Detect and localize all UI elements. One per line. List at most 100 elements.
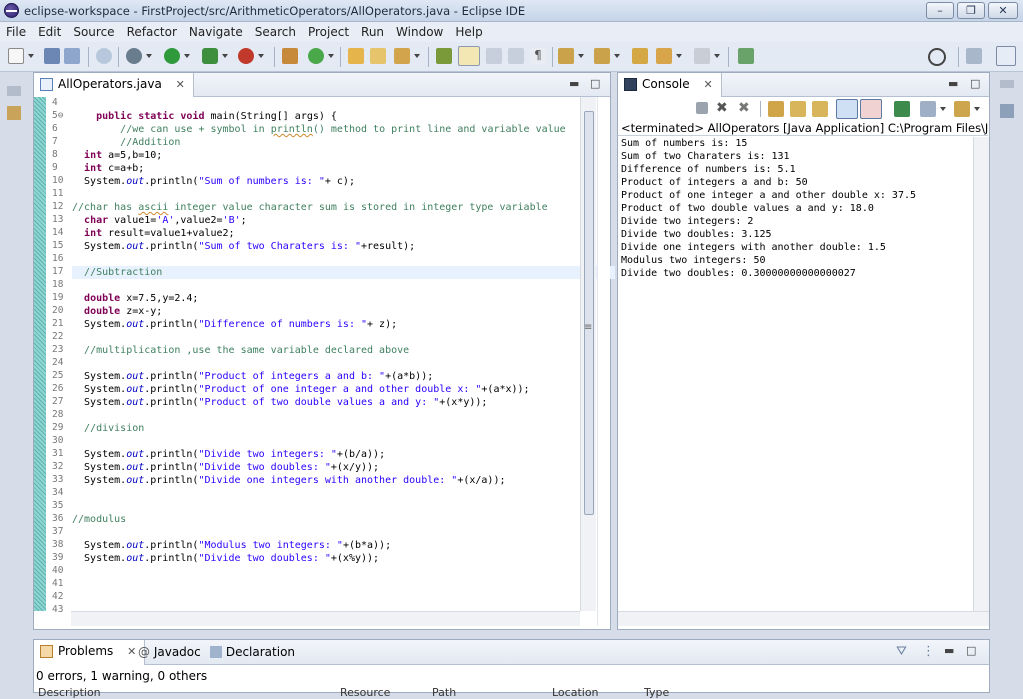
block-selection-icon[interactable] bbox=[486, 48, 502, 64]
new-class-icon[interactable] bbox=[308, 48, 324, 64]
code-editor[interactable]: public static void main(String[] args) {… bbox=[72, 97, 615, 611]
clear-console-icon[interactable] bbox=[768, 101, 784, 117]
open-type-icon[interactable] bbox=[348, 48, 364, 64]
tab-label: Problems bbox=[58, 644, 114, 658]
show-whitespace-icon[interactable]: ¶ bbox=[530, 48, 546, 64]
console-line: Sum of two Charaters is: 131 bbox=[621, 151, 790, 162]
menu-file[interactable]: File bbox=[0, 22, 32, 42]
word-wrap-icon[interactable] bbox=[508, 48, 524, 64]
menu-search[interactable]: Search bbox=[249, 22, 302, 42]
console-vertical-scrollbar[interactable] bbox=[973, 137, 989, 611]
package-explorer-icon[interactable] bbox=[7, 106, 21, 120]
maximize-view-icon[interactable]: □ bbox=[970, 77, 980, 90]
menu-navigate[interactable]: Navigate bbox=[183, 22, 249, 42]
restore-outline-icon[interactable] bbox=[1000, 80, 1014, 88]
search-tool-icon[interactable] bbox=[394, 48, 410, 64]
console-tab-row: Console ✕ ▬ □ bbox=[618, 73, 989, 97]
line-number: 17 bbox=[52, 266, 64, 277]
remove-all-terminated-icon[interactable]: ✖ bbox=[738, 100, 754, 116]
open-resource-icon[interactable] bbox=[370, 48, 386, 64]
console-icon bbox=[624, 78, 637, 91]
line-number: 8 bbox=[52, 149, 58, 160]
right-trim-bar bbox=[992, 72, 1023, 692]
terminate-icon[interactable] bbox=[696, 102, 708, 114]
java-perspective-icon[interactable] bbox=[996, 46, 1016, 66]
scroll-lock-icon[interactable] bbox=[790, 101, 806, 117]
open-console-icon[interactable] bbox=[954, 101, 970, 117]
show-console-error-icon[interactable] bbox=[860, 99, 882, 119]
minimize-button[interactable]: – bbox=[926, 2, 954, 19]
editor-vertical-scrollbar[interactable]: ≡ bbox=[580, 97, 596, 611]
tab-declaration[interactable]: Declaration bbox=[210, 645, 295, 659]
line-number: 30 bbox=[52, 435, 64, 446]
menu-refactor[interactable]: Refactor bbox=[121, 22, 183, 42]
menu-source[interactable]: Source bbox=[67, 22, 120, 42]
remove-launch-icon[interactable]: ✖ bbox=[716, 100, 732, 116]
maximize-view-icon[interactable]: □ bbox=[966, 644, 976, 657]
mark-occurrences-icon[interactable] bbox=[458, 46, 480, 66]
pin-console-icon[interactable] bbox=[894, 101, 910, 117]
show-console-output-icon[interactable] bbox=[836, 99, 858, 119]
save-all-icon[interactable] bbox=[64, 48, 80, 64]
menu-run[interactable]: Run bbox=[355, 22, 390, 42]
overview-ruler bbox=[597, 97, 610, 626]
outline-icon[interactable] bbox=[1000, 104, 1014, 118]
bottom-pane: Problems ✕ @ Javadoc Declaration ⛛ ⋮ ▬ □… bbox=[33, 639, 990, 699]
menu-window[interactable]: Window bbox=[390, 22, 449, 42]
minimize-view-icon[interactable]: ▬ bbox=[948, 77, 958, 90]
tab-console[interactable]: Console ✕ bbox=[618, 73, 722, 97]
console-line: Divide two integers: 2 bbox=[621, 216, 754, 227]
new-file-icon[interactable] bbox=[8, 48, 24, 64]
filter-icon[interactable]: ⛛ bbox=[896, 644, 907, 659]
save-icon[interactable] bbox=[44, 48, 60, 64]
line-number: 23 bbox=[52, 344, 64, 355]
tab-javadoc[interactable]: @ Javadoc bbox=[138, 645, 201, 659]
external-tools-icon[interactable] bbox=[238, 48, 254, 64]
menu-edit[interactable]: Edit bbox=[32, 22, 67, 42]
toggle-breadcrumb-icon[interactable] bbox=[436, 48, 452, 64]
line-number: 7 bbox=[52, 136, 58, 147]
menu-project[interactable]: Project bbox=[302, 22, 355, 42]
close-tab-icon[interactable]: ✕ bbox=[176, 78, 185, 91]
search-icon[interactable] bbox=[928, 48, 946, 66]
line-number: 11 bbox=[52, 188, 64, 199]
minimize-view-icon[interactable]: ▬ bbox=[944, 644, 954, 657]
display-selected-console-icon[interactable] bbox=[920, 101, 936, 117]
line-number: 32 bbox=[52, 461, 64, 472]
maximize-view-icon[interactable]: □ bbox=[590, 77, 600, 90]
line-number: 29 bbox=[52, 422, 64, 433]
console-output[interactable]: Sum of numbers is: 15 Sum of two Charate… bbox=[621, 137, 971, 280]
minimize-view-icon[interactable]: ▬ bbox=[569, 77, 579, 90]
tab-problems[interactable]: Problems ✕ bbox=[34, 640, 146, 665]
previous-annotation-icon[interactable] bbox=[594, 48, 610, 64]
line-number: 34 bbox=[52, 487, 64, 498]
editor-scroll-thumb[interactable] bbox=[584, 111, 594, 515]
menu-help[interactable]: Help bbox=[449, 22, 488, 42]
restore-view-icon[interactable] bbox=[7, 86, 21, 96]
line-number: 19 bbox=[52, 292, 64, 303]
new-package-icon[interactable] bbox=[282, 48, 298, 64]
view-menu-icon[interactable]: ⋮ bbox=[922, 644, 935, 659]
annotation-ruler bbox=[34, 97, 46, 611]
back-icon[interactable] bbox=[656, 48, 672, 64]
last-edit-icon[interactable] bbox=[632, 48, 648, 64]
line-number: 36 bbox=[52, 513, 64, 524]
console-horizontal-scrollbar[interactable] bbox=[618, 611, 989, 626]
skip-breakpoints-icon[interactable] bbox=[96, 48, 112, 64]
console-line: Divide two doubles: 0.30000000000000027 bbox=[621, 268, 856, 279]
pin-editor-icon[interactable] bbox=[738, 48, 754, 64]
close-tab-icon[interactable]: ✕ bbox=[703, 78, 712, 91]
next-annotation-icon[interactable] bbox=[558, 48, 574, 64]
tab-alloperators-java[interactable]: AllOperators.java ✕ bbox=[34, 73, 194, 97]
debug-icon[interactable] bbox=[126, 48, 142, 64]
coverage-icon[interactable] bbox=[202, 48, 218, 64]
console-line: Product of integers a and b: 50 bbox=[621, 177, 808, 188]
run-icon[interactable] bbox=[164, 48, 180, 64]
close-tab-icon[interactable]: ✕ bbox=[127, 645, 136, 658]
forward-icon[interactable] bbox=[694, 48, 710, 64]
editor-horizontal-scrollbar[interactable] bbox=[71, 611, 580, 626]
open-perspective-icon[interactable] bbox=[966, 48, 982, 64]
close-button[interactable]: ✕ bbox=[988, 2, 1018, 19]
restore-button[interactable]: ❐ bbox=[957, 2, 985, 19]
word-wrap-console-icon[interactable] bbox=[812, 101, 828, 117]
